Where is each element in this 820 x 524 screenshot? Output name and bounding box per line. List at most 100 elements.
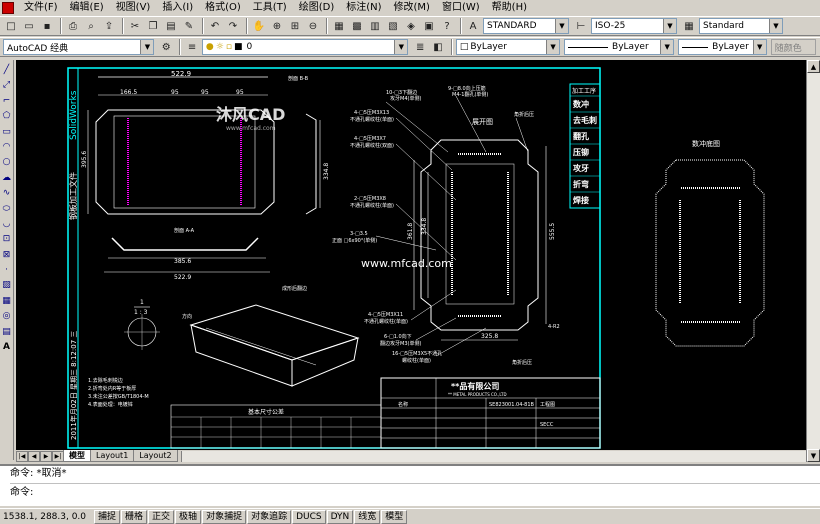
status-toggle-button[interactable]: 极轴 — [175, 509, 202, 524]
make-current-layer-icon[interactable]: ≣ — [412, 39, 428, 55]
spline-icon[interactable]: ∿ — [1, 187, 13, 199]
point-icon[interactable]: · — [1, 264, 13, 276]
status-toggle-button[interactable]: 正交 — [148, 509, 175, 524]
horizontal-scrollbar[interactable] — [180, 450, 806, 462]
text-style-select[interactable]: STANDARD ▼ — [483, 18, 569, 34]
tab-model[interactable]: 模型 — [63, 450, 91, 462]
command-window[interactable]: 命令: *取消* 命令: — [0, 464, 820, 506]
coordinate-readout[interactable]: 1538.1, 288.3, 0.0 — [0, 512, 94, 522]
cut-icon[interactable]: ✂ — [127, 18, 143, 34]
note-9: 6-□1.0向下 — [384, 333, 412, 340]
lineweight-select[interactable]: ByLayer ▼ — [678, 39, 767, 55]
app-icon[interactable] — [2, 2, 14, 14]
polygon-icon[interactable]: ⬠ — [1, 110, 13, 122]
linetype-select[interactable]: ByLayer ▼ — [564, 39, 675, 55]
menu-item[interactable]: 修改(M) — [388, 0, 436, 16]
scroll-down-icon[interactable]: ▼ — [807, 449, 820, 462]
menu-item[interactable]: 窗口(W) — [436, 0, 486, 16]
zoom-previous-icon[interactable]: ⊖ — [305, 18, 321, 34]
circle-icon[interactable]: ○ — [1, 156, 13, 168]
revcloud-icon[interactable]: ☁ — [1, 172, 13, 184]
new-icon[interactable]: □ — [3, 18, 19, 34]
color-select[interactable]: □ ByLayer ▼ — [455, 39, 561, 55]
menu-item[interactable]: 工具(T) — [247, 0, 293, 16]
vertical-scrollbar[interactable]: ▲ ▼ — [806, 60, 820, 462]
prev-tab-icon[interactable]: ◀ — [28, 450, 40, 462]
status-toggle-button[interactable]: 捕捉 — [94, 509, 121, 524]
dim-style-select[interactable]: ISO-25 ▼ — [591, 18, 677, 34]
process-step: 压铆 — [573, 147, 589, 157]
polyline-icon[interactable]: ⌐ — [1, 95, 13, 107]
line-icon[interactable]: ╱ — [1, 64, 13, 76]
status-toggle-button[interactable]: 线宽 — [354, 509, 381, 524]
tab-layout2[interactable]: Layout2 — [133, 450, 178, 462]
separator — [10, 483, 820, 484]
open-icon[interactable]: ▭ — [21, 18, 37, 34]
next-tab-icon[interactable]: ▶ — [40, 450, 52, 462]
layer-previous-icon[interactable]: ◧ — [430, 39, 446, 55]
dim-d4: 95 — [236, 89, 244, 96]
note-3b: 不通孔螺纹柱(单面) — [350, 116, 394, 123]
make-block-icon[interactable]: ⊠ — [1, 249, 13, 261]
insert-block-icon[interactable]: ⊡ — [1, 233, 13, 245]
ellipse-icon[interactable]: ⬭ — [1, 203, 13, 215]
tab-layout1[interactable]: Layout1 — [90, 450, 135, 462]
note-2: 9-□8.0向上压筋 — [448, 85, 486, 92]
design-center-icon[interactable]: ▩ — [349, 18, 365, 34]
save-icon[interactable]: ▪ — [39, 18, 55, 34]
menu-item[interactable]: 绘图(D) — [293, 0, 341, 16]
scroll-up-icon[interactable]: ▲ — [807, 60, 820, 73]
preview-icon[interactable]: ⌕ — [83, 18, 99, 34]
drawing-canvas[interactable]: 加工工序 数冲 去毛刺 翻孔 压铆 攻牙 折弯 焊接 SolidWorks 钢板加工文件 2… — [16, 60, 806, 450]
redo-icon[interactable]: ↷ — [225, 18, 241, 34]
menu-item[interactable]: 格式(O) — [199, 0, 247, 16]
rectangle-icon[interactable]: ▭ — [1, 126, 13, 138]
undo-icon[interactable]: ↶ — [207, 18, 223, 34]
arc-icon[interactable]: ◠ — [1, 141, 13, 153]
status-toggle-button[interactable]: 栅格 — [121, 509, 148, 524]
pan-icon[interactable]: ✋ — [251, 18, 267, 34]
properties-icon[interactable]: ▦ — [331, 18, 347, 34]
menu-item[interactable]: 标注(N) — [340, 0, 387, 16]
ellipse-arc-icon[interactable]: ◡ — [1, 218, 13, 230]
tech-note-2: 2.折弯处内R等于板厚 — [88, 385, 136, 392]
print-icon[interactable]: ⎙ — [65, 18, 81, 34]
gradient-icon[interactable]: ▦ — [1, 295, 13, 307]
calculator-icon[interactable]: ▣ — [421, 18, 437, 34]
markup-icon[interactable]: ◈ — [403, 18, 419, 34]
mtext-icon[interactable]: A — [1, 341, 13, 353]
menu-item[interactable]: 文件(F) — [18, 0, 64, 16]
construction-line-icon[interactable]: ⤢ — [1, 79, 13, 91]
match-prop-icon[interactable]: ✎ — [181, 18, 197, 34]
workspace-select[interactable]: AutoCAD 经典 ▼ — [3, 39, 155, 55]
zoom-realtime-icon[interactable]: ⊕ — [269, 18, 285, 34]
paste-icon[interactable]: ▤ — [163, 18, 179, 34]
status-toggle-button[interactable]: DUCS — [292, 509, 326, 524]
zoom-window-icon[interactable]: ⊞ — [287, 18, 303, 34]
status-toggle-button[interactable]: 模型 — [381, 509, 408, 524]
table-style-select[interactable]: Standard ▼ — [699, 18, 783, 34]
command-prompt[interactable]: 命令: — [10, 485, 820, 501]
hatch-icon[interactable]: ▨ — [1, 279, 13, 291]
status-toggle-button[interactable]: 对象追踪 — [247, 509, 292, 524]
company-en: ** METAL PRODUCTS CO.,LTD — [448, 392, 507, 397]
separator — [246, 18, 248, 34]
menu-item[interactable]: 插入(I) — [156, 0, 199, 16]
help-icon[interactable]: ? — [439, 18, 455, 34]
menu-item[interactable]: 帮助(H) — [486, 0, 533, 16]
layers-toolbar: AutoCAD 经典 ▼ ⚙ ≡ ● ☼ ▫ ■ 0 ▼ ≣ ◧ □ ByLayer ▼ ByL… — [0, 37, 820, 57]
status-toggle-button[interactable]: DYN — [326, 509, 354, 524]
first-tab-icon[interactable]: |◀ — [16, 450, 28, 462]
menu-item[interactable]: 编辑(E) — [64, 0, 110, 16]
tool-palette-icon[interactable]: ▥ — [367, 18, 383, 34]
publish-icon[interactable]: ⇪ — [101, 18, 117, 34]
copy-icon[interactable]: ❐ — [145, 18, 161, 34]
region-icon[interactable]: ◎ — [1, 310, 13, 322]
sheetset-icon[interactable]: ▧ — [385, 18, 401, 34]
layer-manager-icon[interactable]: ≡ — [184, 39, 200, 55]
status-toggle-button[interactable]: 对象捕捉 — [202, 509, 247, 524]
layer-select[interactable]: ● ☼ ▫ ■ 0 ▼ — [201, 39, 409, 55]
table-icon[interactable]: ▤ — [1, 326, 13, 338]
menu-item[interactable]: 视图(V) — [110, 0, 157, 16]
workspace-settings-icon[interactable]: ⚙ — [158, 39, 174, 55]
